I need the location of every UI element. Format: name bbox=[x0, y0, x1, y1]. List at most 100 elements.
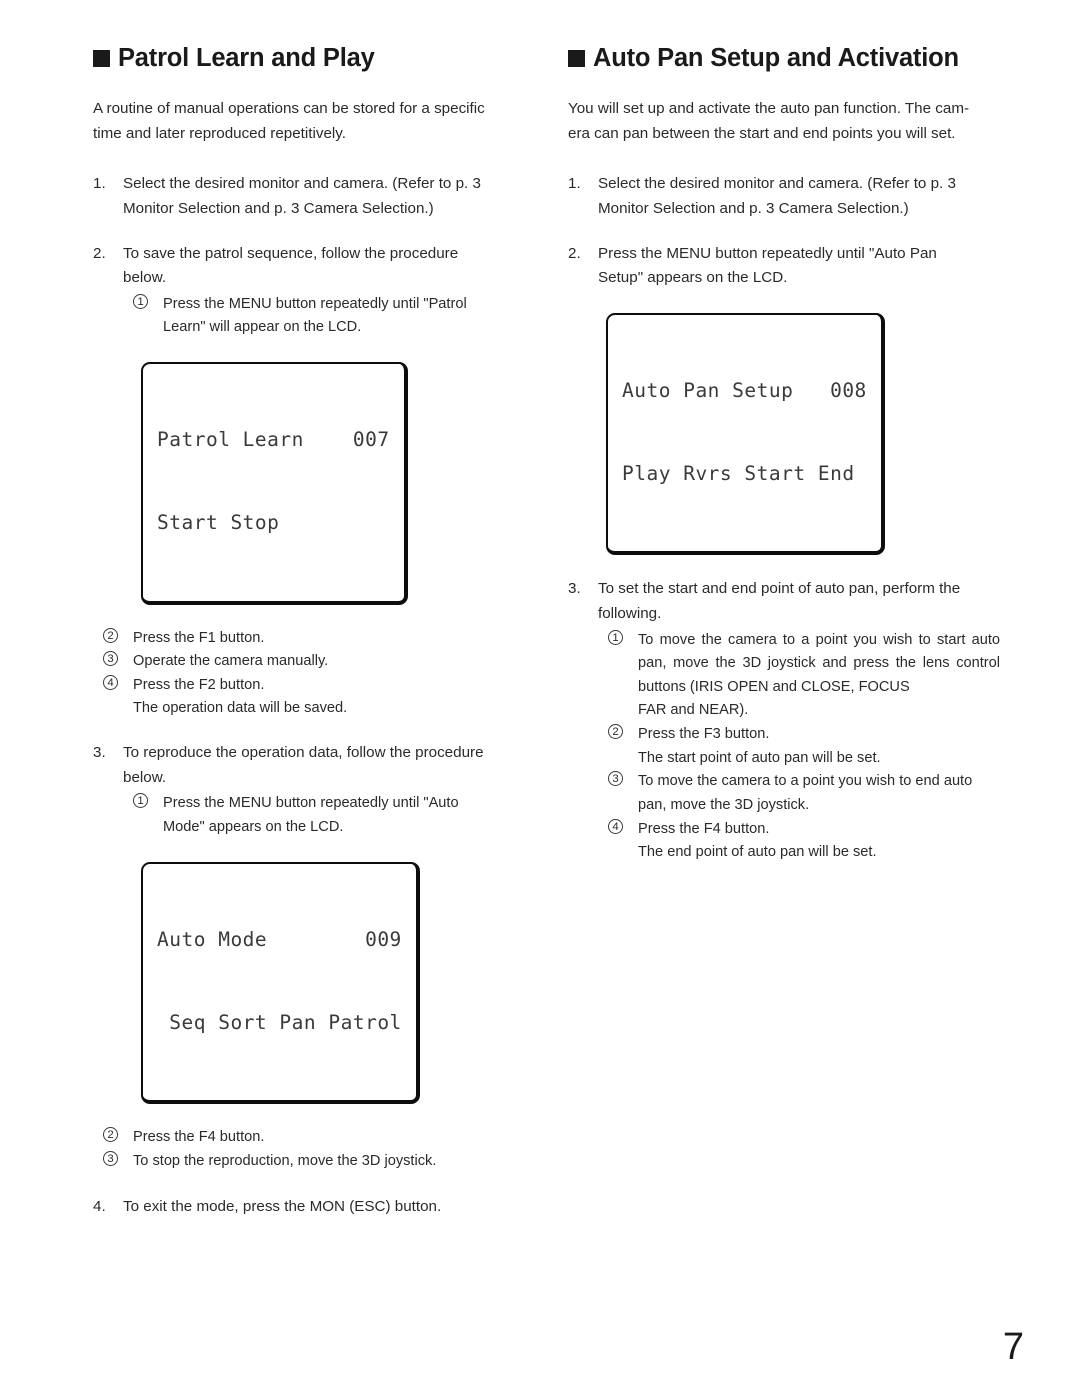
substep-text: Press the F3 button. The start point of … bbox=[638, 723, 1000, 770]
substep-text-main: To move the camera to a point you wish t… bbox=[638, 631, 1000, 695]
circled-number-icon: 2 bbox=[103, 627, 118, 643]
lcd-display-wrapper: Patrol Learn 007 Start Stop bbox=[93, 362, 525, 605]
lcd-line-2: Start Stop bbox=[157, 511, 280, 535]
step-text: To exit the mode, press the MON (ESC) bu… bbox=[123, 1198, 442, 1216]
step-number: 1. bbox=[93, 175, 106, 193]
substep-continuation: The operation data will be saved. bbox=[133, 700, 348, 717]
substep-item: 3 To stop the reproduction, move the 3D … bbox=[103, 1150, 525, 1174]
substep-list: 1 To move the camera to a point you wish… bbox=[598, 629, 1000, 865]
substep-text-main: Press the MENU button repeatedly until "… bbox=[163, 295, 467, 312]
intro-text-last: era can pan between the start and end po… bbox=[568, 124, 956, 142]
substep-item: 2 Press the F4 button. bbox=[103, 1126, 525, 1150]
substep-item: 2 Press the F1 button. bbox=[103, 627, 525, 651]
circled-number-icon: 1 bbox=[608, 629, 623, 645]
step-text-main: To set the start and end point of auto p… bbox=[598, 580, 961, 598]
step-item: 3. To reproduce the operation data, foll… bbox=[93, 741, 525, 840]
substep-text: To move the camera to a point you wish t… bbox=[638, 629, 1000, 724]
substep-item: 1 Press the MENU button repeatedly until… bbox=[133, 792, 525, 839]
step-text-main: To save the patrol sequence, follow the … bbox=[123, 244, 459, 262]
lcd-display-patrol-learn: Patrol Learn 007 Start Stop bbox=[141, 362, 408, 605]
substep-text: To stop the reproduction, move the 3D jo… bbox=[133, 1152, 437, 1169]
filled-square-bullet-icon bbox=[568, 50, 585, 67]
substep-item: 1 Press the MENU button repeatedly until… bbox=[133, 293, 525, 340]
substep-text-main: Press the F4 button. bbox=[638, 820, 770, 837]
substep-text: To move the camera to a point you wish t… bbox=[638, 770, 1000, 817]
step-text-main: Select the desired monitor and camera. (… bbox=[598, 175, 956, 193]
lcd-display-wrapper: Auto Pan Setup 008 Play Rvrs Start End bbox=[568, 312, 1000, 556]
substep-list: 1 Press the MENU button repeatedly until… bbox=[123, 293, 525, 340]
substep-list: 2 Press the F1 button. 3 Operate the cam… bbox=[93, 627, 525, 722]
circled-number-icon: 3 bbox=[103, 1150, 118, 1166]
step-text: To save the patrol sequence, follow the … bbox=[123, 242, 525, 291]
substep-item: 2 Press the F3 button. The start point o… bbox=[608, 723, 1000, 770]
lcd-line-1: Auto Mode 009 bbox=[157, 928, 402, 951]
heading-text: Patrol Learn and Play bbox=[118, 44, 375, 72]
substep-text-last: pan, move the 3D joystick. bbox=[638, 796, 810, 813]
step-number: 1. bbox=[568, 175, 581, 193]
circled-number-icon: 4 bbox=[103, 674, 118, 690]
substep-continuation: The start point of auto pan will be set. bbox=[638, 749, 881, 766]
step-text-last: Setup" appears on the LCD. bbox=[598, 269, 788, 287]
circled-number-icon: 1 bbox=[133, 293, 148, 309]
substep-text: Press the F1 button. bbox=[133, 629, 265, 646]
substep-text-last: Learn" will appear on the LCD. bbox=[163, 319, 362, 336]
intro-paragraph: A routine of manual operations can be st… bbox=[93, 97, 525, 146]
substep-text-main: To move the camera to a point you wish t… bbox=[638, 773, 973, 790]
substep-text: Press the F4 button. The end point of au… bbox=[638, 818, 1000, 865]
substep-item: 3 To move the camera to a point you wish… bbox=[608, 770, 1000, 817]
heading-text: Auto Pan Setup and Activation bbox=[593, 44, 959, 72]
step-item: 2. Press the MENU button repeatedly unti… bbox=[568, 242, 1000, 291]
substep-text: Press the MENU button repeatedly until "… bbox=[163, 792, 525, 839]
step-text: To reproduce the operation data, follow … bbox=[123, 741, 525, 790]
step-text-main: Select the desired monitor and camera. (… bbox=[123, 175, 481, 193]
lcd-line-1: Auto Pan Setup 008 bbox=[622, 379, 867, 403]
circled-number-icon: 1 bbox=[133, 793, 148, 809]
lcd-line-2: Seq Sort Pan Patrol bbox=[157, 1011, 402, 1035]
step-item: 2. To save the patrol sequence, follow t… bbox=[93, 242, 525, 341]
step-text-main: Press the MENU button repeatedly until "… bbox=[598, 244, 937, 262]
filled-square-bullet-icon bbox=[93, 50, 110, 67]
substep-item: 3 Operate the camera manually. bbox=[103, 650, 525, 674]
substep-item: 4 Press the F4 button. The end point of … bbox=[608, 818, 1000, 865]
step-text-last: below. bbox=[123, 269, 167, 287]
substep-text-main: Press the F3 button. bbox=[638, 726, 770, 743]
substep-continuation: The end point of auto pan will be set. bbox=[638, 844, 877, 861]
circled-number-icon: 3 bbox=[608, 771, 623, 787]
intro-text: You will set up and activate the auto pa… bbox=[568, 100, 970, 117]
step-number: 3. bbox=[93, 744, 106, 762]
circled-number-icon: 3 bbox=[103, 651, 118, 667]
substep-list: 1 Press the MENU button repeatedly until… bbox=[123, 792, 525, 839]
circled-number-icon: 2 bbox=[103, 1127, 118, 1143]
section-heading-auto-pan: Auto Pan Setup and Activation bbox=[568, 44, 1000, 73]
page-number: 7 bbox=[1002, 1326, 1024, 1368]
step-text: Select the desired monitor and camera. (… bbox=[598, 172, 1000, 221]
right-column: Auto Pan Setup and Activation You will s… bbox=[568, 44, 1000, 885]
intro-text-last: time and later reproduced repetitively. bbox=[93, 124, 346, 142]
step-item: 4. To exit the mode, press the MON (ESC)… bbox=[93, 1195, 525, 1220]
step-text-last: Monitor Selection and p. 3 Camera Select… bbox=[123, 199, 434, 217]
step-number: 4. bbox=[93, 1198, 106, 1216]
circled-number-icon: 2 bbox=[608, 724, 623, 740]
step-text-last: Monitor Selection and p. 3 Camera Select… bbox=[598, 199, 909, 217]
step-item: 1. Select the desired monitor and camera… bbox=[93, 172, 525, 221]
substep-list: 2 Press the F4 button. 3 To stop the rep… bbox=[93, 1126, 525, 1173]
step-text-last: following. bbox=[598, 604, 662, 622]
manual-page: Patrol Learn and Play A routine of manua… bbox=[0, 0, 1080, 1399]
substep-text: Press the MENU button repeatedly until "… bbox=[163, 293, 525, 340]
substep-text-main: Press the F2 button. bbox=[133, 676, 265, 693]
step-text: Press the MENU button repeatedly until "… bbox=[598, 242, 1000, 291]
substep-text-last: Mode" appears on the LCD. bbox=[163, 818, 344, 835]
substep-text: Press the F4 button. bbox=[133, 1129, 265, 1146]
section-heading-patrol: Patrol Learn and Play bbox=[93, 44, 525, 73]
step-text: Select the desired monitor and camera. (… bbox=[123, 172, 525, 221]
intro-paragraph: You will set up and activate the auto pa… bbox=[568, 97, 1000, 146]
step-item: 3. To set the start and end point of aut… bbox=[568, 577, 1000, 865]
lcd-display-auto-mode: Auto Mode 009 Seq Sort Pan Patrol bbox=[141, 861, 420, 1105]
intro-text: A routine of manual operations can be st… bbox=[93, 100, 485, 117]
step-text-main: To reproduce the operation data, follow … bbox=[123, 744, 484, 762]
step-text: To set the start and end point of auto p… bbox=[598, 577, 1000, 626]
step-number: 2. bbox=[93, 244, 106, 262]
circled-number-icon: 4 bbox=[608, 818, 623, 834]
substep-text-last: FAR and NEAR). bbox=[638, 702, 749, 719]
step-item: 1. Select the desired monitor and camera… bbox=[568, 172, 1000, 221]
